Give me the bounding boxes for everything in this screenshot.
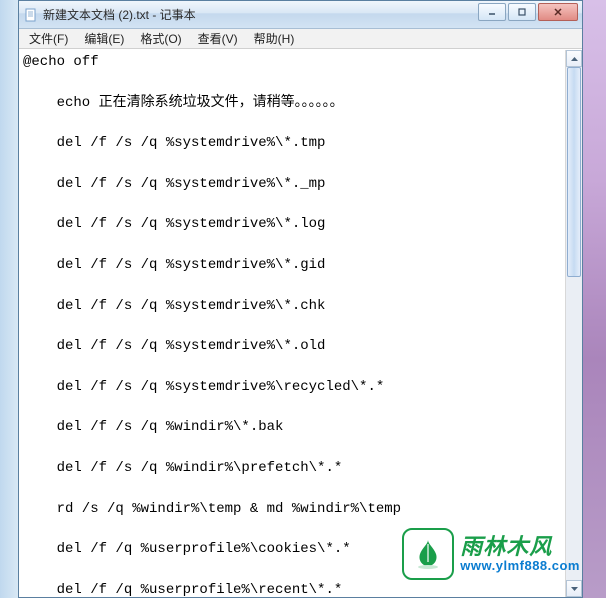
text-line — [23, 153, 561, 173]
titlebar[interactable]: 新建文本文档 (2).txt - 记事本 — [19, 1, 582, 29]
text-line: rd /s /q %windir%\temp & md %windir%\tem… — [23, 499, 561, 519]
left-window-edge — [0, 0, 18, 598]
text-area[interactable]: @echo off echo 正在清除系统垃圾文件，请稍等。。。。。。 del … — [19, 50, 565, 597]
text-line — [23, 438, 561, 458]
watermark-text: 雨林木风 www.ylmf888.com — [460, 536, 580, 573]
text-line: del /f /q %userprofile%\recent\*.* — [23, 580, 561, 597]
text-line — [23, 194, 561, 214]
text-line: del /f /s /q %systemdrive%\recycled\*.* — [23, 377, 561, 397]
text-line — [23, 397, 561, 417]
minimize-button[interactable] — [478, 3, 506, 21]
notepad-window: 新建文本文档 (2).txt - 记事本 文件(F) 编辑(E) 格式(O) 查… — [18, 0, 583, 598]
right-window-edge — [583, 0, 606, 598]
watermark-brand: 雨林木风 — [460, 536, 552, 558]
menubar: 文件(F) 编辑(E) 格式(O) 查看(V) 帮助(H) — [19, 29, 582, 49]
menu-file[interactable]: 文件(F) — [21, 28, 76, 49]
vertical-scrollbar — [565, 50, 582, 597]
text-line — [23, 356, 561, 376]
window-controls — [478, 3, 578, 21]
text-line: echo 正在清除系统垃圾文件，请稍等。。。。。。 — [23, 93, 561, 113]
scroll-track[interactable] — [566, 67, 582, 580]
notepad-icon — [23, 7, 39, 23]
content-wrap: @echo off echo 正在清除系统垃圾文件，请稍等。。。。。。 del … — [19, 49, 582, 597]
text-line — [23, 316, 561, 336]
text-line — [23, 113, 561, 133]
text-line: del /f /s /q %windir%\*.bak — [23, 417, 561, 437]
watermark-logo-icon — [402, 528, 454, 580]
watermark-url: www.ylmf888.com — [460, 558, 580, 573]
scroll-up-button[interactable] — [566, 50, 582, 67]
menu-format[interactable]: 格式(O) — [132, 28, 189, 49]
maximize-button[interactable] — [508, 3, 536, 21]
text-line: del /f /s /q %systemdrive%\*.chk — [23, 296, 561, 316]
text-line: del /f /s /q %systemdrive%\*.old — [23, 336, 561, 356]
watermark: 雨林木风 www.ylmf888.com — [402, 528, 580, 580]
text-line: del /f /s /q %systemdrive%\*._mp — [23, 174, 561, 194]
scroll-thumb[interactable] — [567, 67, 581, 277]
text-line — [23, 275, 561, 295]
text-line: del /f /s /q %systemdrive%\*.log — [23, 214, 561, 234]
menu-help[interactable]: 帮助(H) — [246, 28, 303, 49]
text-line: del /f /s /q %systemdrive%\*.gid — [23, 255, 561, 275]
text-line: del /f /s /q %windir%\prefetch\*.* — [23, 458, 561, 478]
menu-view[interactable]: 查看(V) — [190, 28, 246, 49]
text-line: @echo off — [23, 52, 561, 72]
close-button[interactable] — [538, 3, 578, 21]
text-line — [23, 72, 561, 92]
text-line: del /f /s /q %systemdrive%\*.tmp — [23, 133, 561, 153]
text-line — [23, 235, 561, 255]
menu-edit[interactable]: 编辑(E) — [76, 28, 132, 49]
scroll-down-button[interactable] — [566, 580, 582, 597]
text-line — [23, 478, 561, 498]
